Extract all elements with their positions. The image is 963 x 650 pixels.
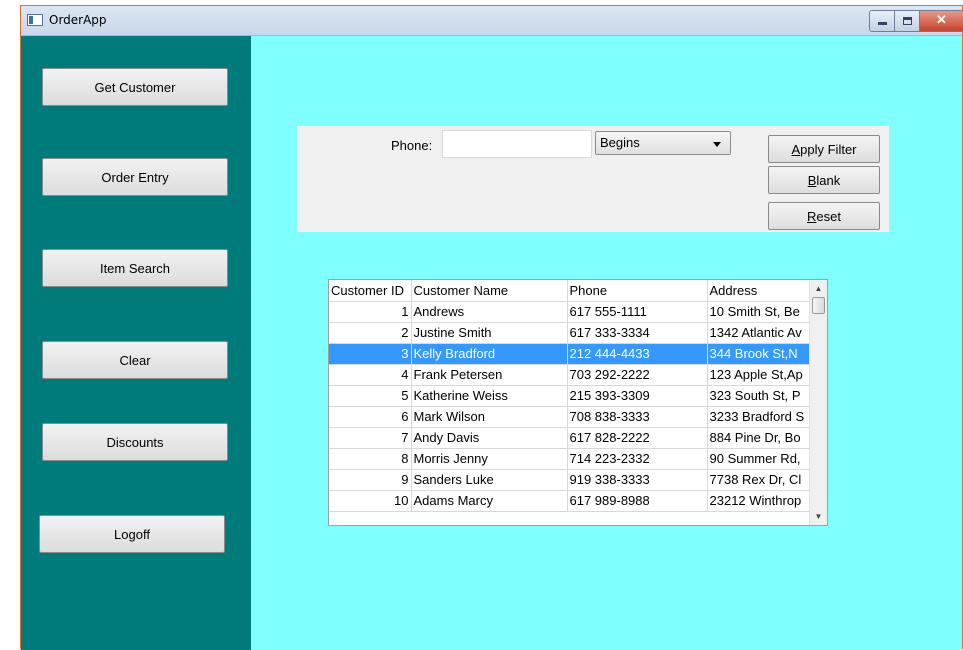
get-customer-button[interactable]: Get Customer	[42, 68, 228, 106]
discounts-button[interactable]: Discounts	[42, 423, 228, 461]
window-title: OrderApp	[49, 13, 107, 27]
cell-customer-name[interactable]: Andy Davis	[411, 427, 568, 449]
clear-button[interactable]: Clear	[42, 341, 228, 379]
cell-phone[interactable]: 215 393-3309	[567, 385, 708, 407]
table-row[interactable]: 5 Katherine Weiss 215 393-3309 323 South…	[329, 385, 810, 407]
table-row[interactable]: 9 Sanders Luke 919 338-3333 7738 Rex Dr,…	[329, 469, 810, 491]
cell-phone[interactable]: 212 444-4433	[567, 343, 708, 365]
cell-customer-id[interactable]: 6	[329, 406, 412, 428]
cell-phone[interactable]: 617 333-3334	[567, 322, 708, 344]
cell-address[interactable]: 90 Summer Rd,	[707, 448, 810, 470]
logoff-button[interactable]: Logoff	[39, 515, 225, 553]
cell-phone[interactable]: 617 989-8988	[567, 490, 708, 512]
cell-address[interactable]: 1342 Atlantic Av	[707, 322, 810, 344]
cell-address[interactable]: 323 South St, P	[707, 385, 810, 407]
item-search-button[interactable]: Item Search	[42, 249, 228, 287]
cell-customer-name[interactable]: Mark Wilson	[411, 406, 568, 428]
reset-button[interactable]: Reset	[768, 202, 880, 230]
cell-customer-id[interactable]: 8	[329, 448, 412, 470]
column-header-customer-id[interactable]: Customer ID	[329, 280, 412, 302]
main-content: Phone: Begins Apply Filter Blank Reset C…	[251, 36, 962, 650]
cell-customer-name[interactable]: Kelly Bradford	[411, 343, 568, 365]
cell-customer-name[interactable]: Andrews	[411, 301, 568, 323]
phone-label: Phone:	[391, 138, 433, 153]
scrollbar-thumb[interactable]	[812, 297, 825, 314]
maximize-icon	[903, 17, 912, 25]
minimize-icon	[878, 22, 887, 25]
reset-label: Reset	[807, 208, 841, 224]
cell-customer-name[interactable]: Adams Marcy	[411, 490, 568, 512]
cell-customer-name[interactable]: Katherine Weiss	[411, 385, 568, 407]
title-bar[interactable]: OrderApp ✕	[21, 6, 963, 36]
cell-phone[interactable]: 617 555-1111	[567, 301, 708, 323]
table-row[interactable]: 2 Justine Smith 617 333-3334 1342 Atlant…	[329, 322, 810, 344]
scroll-up-icon[interactable]: ▲	[810, 280, 827, 297]
cell-address[interactable]: 3233 Bradford S	[707, 406, 810, 428]
match-mode-select[interactable]: Begins	[595, 131, 731, 155]
cell-phone[interactable]: 919 338-3333	[567, 469, 708, 491]
maximize-button[interactable]	[895, 11, 920, 31]
cell-customer-id[interactable]: 5	[329, 385, 412, 407]
apply-filter-label: Apply Filter	[791, 141, 857, 157]
table-row[interactable]: 7 Andy Davis 617 828-2222 884 Pine Dr, B…	[329, 427, 810, 449]
cell-phone[interactable]: 703 292-2222	[567, 364, 708, 386]
table-row[interactable]: 1 Andrews 617 555-1111 10 Smith St, Be	[329, 301, 810, 323]
cell-address[interactable]: 123 Apple St,Ap	[707, 364, 810, 386]
column-header-address[interactable]: Address	[707, 280, 810, 302]
order-entry-button[interactable]: Order Entry	[42, 158, 228, 196]
table-row[interactable]: 10 Adams Marcy 617 989-8988 23212 Winthr…	[329, 490, 810, 512]
cell-customer-id[interactable]: 9	[329, 469, 412, 491]
cell-customer-id[interactable]: 2	[329, 322, 412, 344]
close-button[interactable]: ✕	[920, 11, 963, 31]
cell-phone[interactable]: 708 838-3333	[567, 406, 708, 428]
customer-table: Customer ID Customer Name Phone Address …	[329, 280, 810, 512]
cell-address[interactable]: 10 Smith St, Be	[707, 301, 810, 323]
vertical-scrollbar[interactable]: ▲ ▼	[809, 280, 827, 525]
cell-phone[interactable]: 617 828-2222	[567, 427, 708, 449]
column-header-phone[interactable]: Phone	[567, 280, 708, 302]
cell-customer-name[interactable]: Justine Smith	[411, 322, 568, 344]
caption-buttons: ✕	[869, 10, 963, 32]
cell-address[interactable]: 7738 Rex Dr, Cl	[707, 469, 810, 491]
header-row: Customer ID Customer Name Phone Address	[329, 280, 810, 302]
cell-customer-id[interactable]: 3	[329, 343, 412, 365]
sidebar: Get Customer Order Entry Item Search Cle…	[21, 36, 251, 650]
cell-customer-id[interactable]: 7	[329, 427, 412, 449]
table-row[interactable]: 6 Mark Wilson 708 838-3333 3233 Bradford…	[329, 406, 810, 428]
cell-customer-id[interactable]: 1	[329, 301, 412, 323]
cell-customer-name[interactable]: Sanders Luke	[411, 469, 568, 491]
chevron-down-icon	[713, 142, 721, 147]
cell-address[interactable]: 23212 Winthrop	[707, 490, 810, 512]
table-row-selected[interactable]: 3 Kelly Bradford 212 444-4433 344 Brook …	[329, 343, 810, 365]
blank-button[interactable]: Blank	[768, 166, 880, 194]
column-header-customer-name[interactable]: Customer Name	[411, 280, 568, 302]
app-window: OrderApp ✕ Get Customer Order Entry Item…	[20, 5, 963, 650]
cell-customer-id[interactable]: 4	[329, 364, 412, 386]
phone-input[interactable]	[442, 130, 592, 158]
cell-customer-name[interactable]: Morris Jenny	[411, 448, 568, 470]
minimize-button[interactable]	[870, 11, 895, 31]
table-row[interactable]: 8 Morris Jenny 714 223-2332 90 Summer Rd…	[329, 448, 810, 470]
blank-label: Blank	[807, 172, 841, 188]
apply-filter-button[interactable]: Apply Filter	[768, 135, 880, 163]
cell-address[interactable]: 884 Pine Dr, Bo	[707, 427, 810, 449]
cell-phone[interactable]: 714 223-2332	[567, 448, 708, 470]
filter-panel: Phone: Begins Apply Filter Blank Reset	[297, 126, 889, 232]
cell-address[interactable]: 344 Brook St,N	[707, 343, 810, 365]
close-icon: ✕	[936, 12, 947, 27]
match-mode-value: Begins	[600, 135, 640, 150]
app-icon	[27, 14, 43, 26]
cell-customer-name[interactable]: Frank Petersen	[411, 364, 568, 386]
scroll-down-icon[interactable]: ▼	[810, 508, 827, 525]
table-row[interactable]: 4 Frank Petersen 703 292-2222 123 Apple …	[329, 364, 810, 386]
cell-customer-id[interactable]: 10	[329, 490, 412, 512]
customer-grid[interactable]: Customer ID Customer Name Phone Address …	[328, 279, 828, 526]
